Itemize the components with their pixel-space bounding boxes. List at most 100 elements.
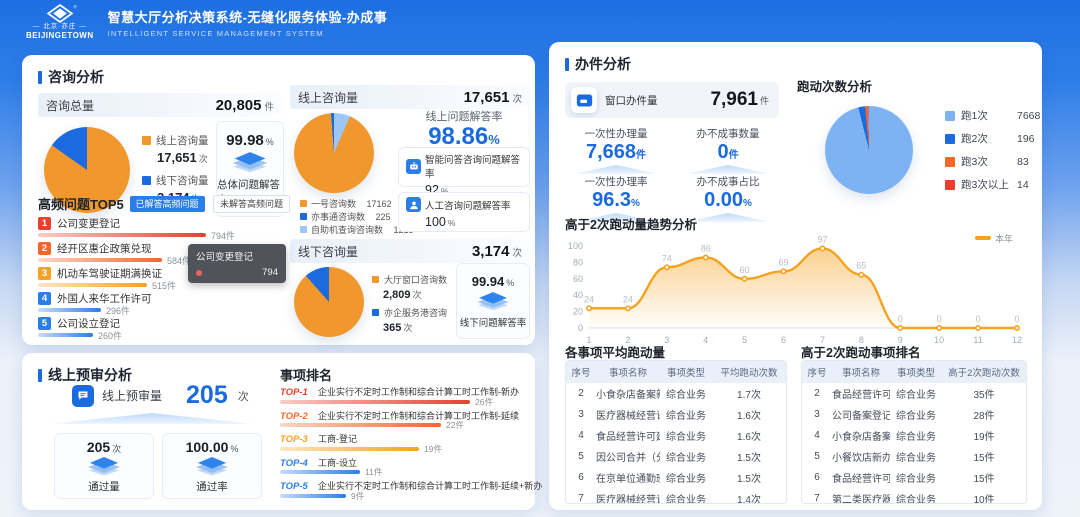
- bar: [38, 283, 147, 287]
- svg-text:80: 80: [573, 257, 583, 267]
- legend-item[interactable]: 跑1次7668: [945, 108, 1040, 123]
- pass-rate-box: 100.00% 通过率: [162, 433, 262, 499]
- table-row: 4食品经营许可延续综合业务1.6次: [566, 425, 786, 446]
- svg-text:97: 97: [817, 234, 827, 244]
- table-row: 6食品经营许可延续综合业务15件: [802, 467, 1026, 488]
- pie-chart-run-count: [825, 106, 913, 194]
- rank-label: TOP-2: [280, 411, 314, 422]
- section-title-consult: 咨询分析: [38, 67, 104, 87]
- bar: [38, 233, 206, 237]
- pedestal-shape: [50, 413, 254, 424]
- offline-consult-header: 线下咨询量 3,174次: [290, 239, 530, 263]
- chat-icon: [72, 385, 94, 407]
- case-analysis-panel: 办件分析 窗口办件量 7,961件 一次性办理量 7,668件 办不成事数量 0…: [549, 42, 1042, 510]
- svg-text:60: 60: [740, 265, 750, 275]
- bar-value: 794件: [211, 229, 235, 242]
- legend-item[interactable]: 跑3次83: [945, 154, 1040, 169]
- svg-text:0: 0: [937, 314, 942, 324]
- window-cases-box: 窗口办件量 7,961件: [565, 82, 779, 118]
- layers-icon: [85, 457, 123, 477]
- pedestal-shape: [686, 165, 770, 174]
- legend-item[interactable]: 跑2次196: [945, 131, 1040, 146]
- rank-badge: 4: [38, 292, 51, 305]
- svg-text:65: 65: [856, 261, 866, 271]
- offline-answer-rate-card: 99.94% 线下问题解答率: [456, 263, 530, 339]
- svg-text:®: ®: [73, 4, 76, 9]
- svg-text:0: 0: [578, 323, 583, 333]
- pie-chart-offline-consult: [294, 267, 364, 337]
- top5-item: 5公司设立登记260件: [38, 316, 290, 341]
- legend-swatch: [945, 180, 955, 190]
- app-subtitle: INTELLIGENT SERVICE MANAGEMENT SYSTEM: [108, 29, 388, 38]
- svg-text:60: 60: [573, 274, 583, 284]
- bar-value: 9件: [351, 490, 364, 502]
- tab-answered-questions[interactable]: 已解答高频问题: [130, 196, 205, 212]
- top5-item: 4外国人来华工作许可296件: [38, 291, 290, 316]
- legend-item[interactable]: 跑3次以上14: [945, 177, 1040, 192]
- trend-chart-container: 0204060801001242243744865606697978659010…: [559, 230, 1029, 353]
- pie-chart-online-consult: [294, 113, 374, 193]
- top5-item: 1 公司变更登记 794件: [38, 216, 290, 241]
- svg-text:74: 74: [662, 253, 672, 263]
- stat-fail-count: 办不成事数量 0件: [675, 126, 781, 174]
- ranking-item: TOP-2企业实行不定时工作制和综合计算工时工作制-延续22件: [280, 409, 530, 433]
- svg-text:24: 24: [623, 294, 633, 304]
- online-offline-column: 线上咨询量 17,651次 一号咨询数 17162 亦事通咨询数 225 自助机…: [290, 85, 530, 341]
- preaudit-banner: 线上预审量 205次: [72, 381, 249, 410]
- bar: [280, 447, 419, 451]
- table-row: 5因公司合并（分...综合业务1.5次: [566, 446, 786, 467]
- bar-value: 260件: [98, 329, 122, 342]
- tooltip-value: 794: [262, 267, 278, 278]
- agent-icon: [406, 197, 421, 212]
- avg-run-table: 序号事项名称事项类型平均跑动次数2小食杂店备案新办综合业务1.7次3医疗器械经营…: [565, 360, 787, 504]
- svg-text:4: 4: [703, 335, 708, 345]
- top5-list: 公司变更登记 794 1公司变更登记794件2经开区惠企政策兑现584件3机动车…: [38, 216, 290, 341]
- ranking-item: TOP-4工商-设立11件: [280, 456, 530, 480]
- trend-line-chart: 0204060801001242243744865606697978659010…: [559, 230, 1029, 348]
- layers-icon: [230, 152, 270, 174]
- svg-text:11: 11: [973, 335, 982, 345]
- question-name: 公司变更登记: [57, 216, 120, 231]
- svg-text:6: 6: [781, 335, 786, 345]
- dashboard: ® — 北京·亦庄 — BEIJINGETOWN 智慧大厅分析决策系统-无缝化服…: [0, 0, 1080, 517]
- svg-text:本年: 本年: [995, 233, 1013, 244]
- layers-icon: [193, 457, 231, 477]
- online-consult-header: 线上咨询量 17,651次: [290, 85, 530, 109]
- rank-badge: 1: [38, 217, 51, 230]
- consult-analysis-panel: 咨询分析 咨询总量 20,805件 线上咨询量 17,651次 线下咨询量 3,…: [22, 55, 535, 345]
- item-name: 企业实行不定时工作制和综合计算工时工作制-延续: [318, 409, 519, 422]
- over2-table-title: 高于2次跑动事项排名: [801, 342, 920, 361]
- pedestal-shape: [574, 165, 658, 174]
- top5-questions-block: 高频问题TOP5 已解答高频问题 未解答高频问题 公司变更登记 794 1公司变…: [38, 193, 290, 341]
- bar: [38, 333, 93, 337]
- tab-unanswered-questions[interactable]: 未解答高频问题: [213, 195, 290, 213]
- legend-swatch: [945, 111, 955, 121]
- svg-text:3: 3: [664, 335, 669, 345]
- over2-run-table: 序号事项名称事项类型高于2次跑动次数2食品经营许可新办综合业务35件3公司备案登…: [801, 360, 1027, 504]
- ranking-list: TOP-1企业实行不定时工作制和综合计算工时工作制-新办26件TOP-2企业实行…: [280, 385, 530, 503]
- bar: [38, 308, 101, 312]
- legend-swatch: [372, 309, 379, 316]
- preaudit-panel: 线上预审分析 线上预审量 205次 205次 通过量 100.00%: [22, 353, 535, 510]
- logo-cn-text: — 北京·亦庄 —: [33, 24, 87, 31]
- question-name: 经开区惠企政策兑现: [57, 241, 152, 256]
- question-name: 外国人来华工作许可: [57, 291, 152, 306]
- tooltip-title: 公司变更登记: [196, 249, 278, 263]
- rank-badge: 3: [38, 267, 51, 280]
- logo-diamond-icon: ®: [43, 4, 77, 23]
- bar: [280, 494, 346, 498]
- svg-text:24: 24: [584, 294, 594, 304]
- svg-text:40: 40: [573, 290, 583, 300]
- logo: ® — 北京·亦庄 — BEIJINGETOWN: [26, 4, 94, 41]
- legend-swatch: [142, 176, 151, 185]
- svg-text:0: 0: [1014, 314, 1019, 324]
- svg-text:12: 12: [1012, 335, 1022, 345]
- legend-swatch: [945, 157, 955, 167]
- rank-label: TOP-3: [280, 434, 314, 445]
- section-title-cases: 办件分析: [565, 54, 631, 74]
- bar-value: 515件: [152, 279, 176, 292]
- svg-text:100: 100: [568, 241, 583, 251]
- run-count-legend: 跑1次7668 跑2次196 跑3次83 跑3次以上14: [945, 108, 1040, 192]
- table-row: 2食品经营许可新办综合业务35件: [802, 383, 1026, 404]
- total-consult-header: 咨询总量 20,805件: [38, 93, 282, 117]
